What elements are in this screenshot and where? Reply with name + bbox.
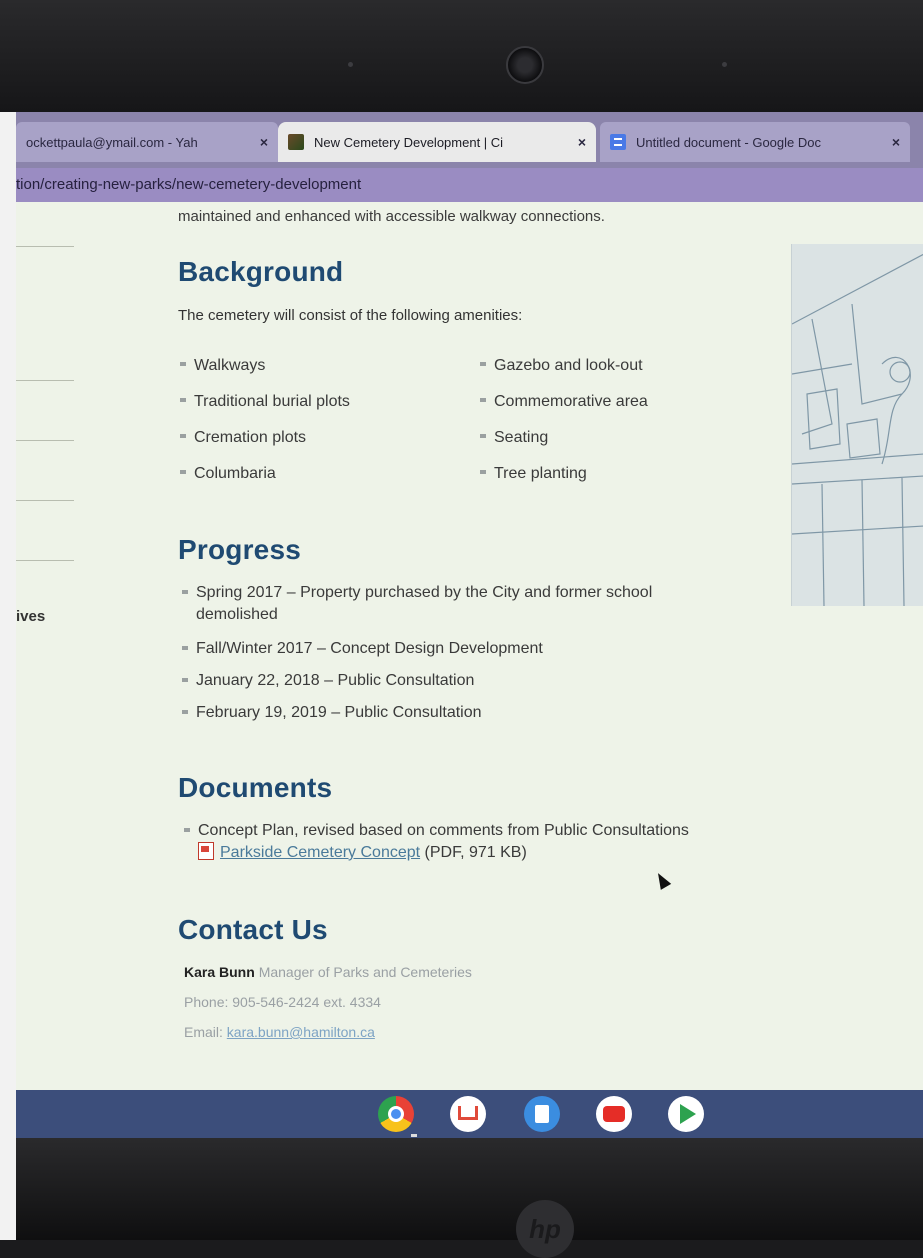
laptop-bezel-bottom: hp [16,1138,923,1258]
progress-list: Spring 2017 – Property purchased by the … [182,582,652,734]
active-app-indicator [411,1134,417,1137]
bezel-sensor [722,62,727,67]
google-docs-icon [610,134,626,150]
progress-heading: Progress [178,534,301,565]
progress-item-continuation: demolished [196,606,278,623]
list-item: Tree planting [480,462,648,498]
bezel-sensor [348,62,353,67]
contact-heading: Contact Us [178,914,328,945]
webcam-icon [506,46,544,84]
background-text: The cemetery will consist of the followi… [178,307,523,324]
laptop-bezel-top [0,0,923,112]
screen: ockettpaula@ymail.com - Yah × New Cemete… [16,112,923,1138]
contact-role: Manager of Parks and Cemeteries [258,964,472,980]
parkside-concept-link[interactable]: Parkside Cemetery Concept [220,844,420,861]
document-meta: (PDF, 971 KB) [424,844,527,861]
close-icon[interactable]: × [884,134,900,150]
contact-name: Kara Bunn [184,964,255,980]
list-item: Walkways [180,354,350,390]
list-item: Concept Plan, revised based on comments … [184,820,689,872]
document-description: Concept Plan, revised based on comments … [198,822,689,839]
files-icon[interactable] [524,1096,560,1132]
address-bar[interactable]: tion/creating-new-parks/new-cemetery-dev… [16,168,923,202]
sidebar-divider [16,560,74,561]
mouse-cursor-icon [652,870,672,890]
contact-email-line: Email: kara.bunn@hamilton.ca [184,1024,375,1040]
list-item: Seating [480,426,648,462]
tab-title: New Cemetery Development | Ci [314,134,504,150]
sidebar-divider [16,246,74,247]
left-edge [0,0,16,1240]
sidebar-item-label[interactable]: ives [16,608,45,625]
progress-item-text: Spring 2017 – Property purchased by the … [196,584,653,601]
tab-title: Untitled document - Google Doc [636,134,821,150]
site-map-image [791,244,923,606]
contact-phone: Phone: 905-546-2424 ext. 4334 [184,994,381,1010]
email-link[interactable]: kara.bunn@hamilton.ca [227,1024,375,1040]
tab-google-doc[interactable]: Untitled document - Google Doc × [600,122,910,162]
documents-heading: Documents [178,772,333,803]
list-item: Cremation plots [180,426,350,462]
list-item: February 19, 2019 – Public Consultation [182,702,652,734]
web-page: ives maintained and enhanced with access… [16,202,923,1090]
list-item: Commemorative area [480,390,648,426]
list-item: Gazebo and look-out [480,354,648,390]
list-item: January 22, 2018 – Public Consultation [182,670,652,702]
list-item: Traditional burial plots [180,390,350,426]
chrome-icon[interactable] [378,1096,414,1132]
background-heading: Background [178,256,344,287]
tab-email[interactable]: ockettpaula@ymail.com - Yah × [16,122,278,162]
contact-name-line: Kara Bunn Manager of Parks and Cemeterie… [184,964,472,980]
list-item: Columbaria [180,462,350,498]
email-label: Email: [184,1024,223,1040]
sidebar-divider [16,380,74,381]
play-store-icon[interactable] [668,1096,704,1132]
list-item: Fall/Winter 2017 – Concept Design Develo… [182,638,652,670]
close-icon[interactable]: × [252,134,268,150]
hp-logo: hp [516,1200,574,1258]
site-favicon-icon [288,134,304,150]
gmail-icon[interactable] [450,1096,486,1132]
amenities-list-right: Gazebo and look-out Commemorative area S… [480,354,648,498]
tab-strip: ockettpaula@ymail.com - Yah × New Cemete… [16,112,923,168]
tab-cemetery[interactable]: New Cemetery Development | Ci × [278,122,596,162]
close-icon[interactable]: × [570,134,586,150]
amenities-list-left: Walkways Traditional burial plots Cremat… [180,354,350,498]
tab-title: ockettpaula@ymail.com - Yah [26,134,198,150]
documents-list: Concept Plan, revised based on comments … [184,820,689,872]
intro-text: maintained and enhanced with accessible … [178,208,605,225]
sidebar-divider [16,440,74,441]
os-shelf [16,1090,923,1138]
youtube-icon[interactable] [596,1096,632,1132]
list-item: Spring 2017 – Property purchased by the … [182,582,652,638]
sidebar-divider [16,500,74,501]
pdf-icon [198,842,214,860]
